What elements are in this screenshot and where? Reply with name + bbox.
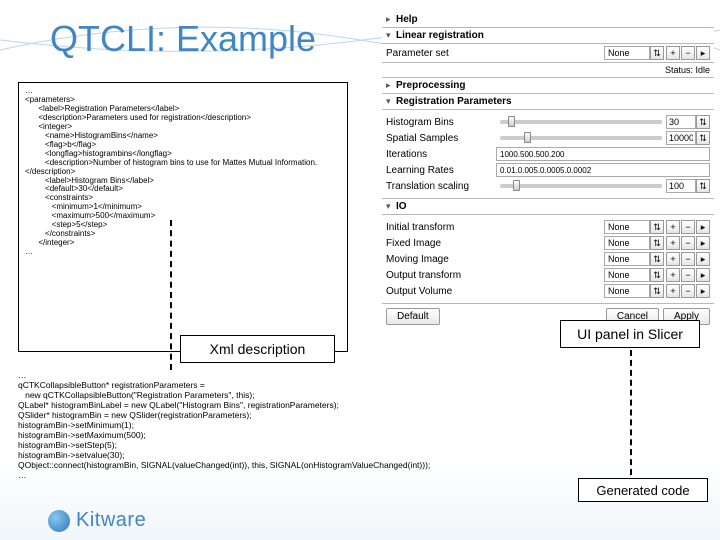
spatial-samples-slider[interactable]	[500, 136, 662, 140]
updown-icon[interactable]: ⇅	[650, 236, 664, 250]
slide-title: QTCLI: Example	[50, 18, 316, 60]
chevron-down-icon: ▾	[386, 96, 396, 107]
spin-icon[interactable]: ⇅	[696, 179, 710, 193]
chevron-down-icon: ▾	[386, 201, 396, 212]
registration-parameters-body: Histogram Bins⇅ Spatial Samples⇅ Iterati…	[382, 110, 714, 199]
chevron-down-icon: ▾	[386, 30, 396, 41]
updown-icon[interactable]: ⇅	[650, 252, 664, 266]
spin-icon[interactable]: ⇅	[696, 131, 710, 145]
initial-transform-select[interactable]: None	[604, 220, 650, 234]
plus-button[interactable]: +	[666, 46, 680, 60]
moving-image-select[interactable]: None	[604, 252, 650, 266]
spin-icon[interactable]: ⇅	[696, 115, 710, 129]
updown-icon[interactable]: ⇅	[650, 284, 664, 298]
help-collapsible[interactable]: ▸Help	[382, 12, 714, 28]
arrow-to-ui	[630, 350, 632, 475]
histogram-bins-slider[interactable]	[500, 120, 662, 124]
output-transform-select[interactable]: None	[604, 268, 650, 282]
spatial-samples-spinner[interactable]	[666, 131, 696, 145]
minus-button[interactable]: −	[681, 46, 695, 60]
iterations-field[interactable]: 1000.500.500.200	[496, 147, 710, 161]
default-button[interactable]: Default	[386, 308, 440, 325]
kitware-logo: Kitware	[48, 509, 146, 532]
chevron-right-icon: ▸	[386, 14, 396, 25]
ui-panel-label: UI panel in Slicer	[560, 320, 700, 348]
slicer-ui-panel: ▸Help ▾Linear registration Parameter set…	[382, 12, 714, 329]
io-collapsible[interactable]: ▾IO	[382, 199, 714, 215]
updown-icon[interactable]: ⇅	[650, 220, 664, 234]
histogram-bins-spinner[interactable]	[666, 115, 696, 129]
translation-scaling-slider[interactable]	[500, 184, 662, 188]
chevron-right-icon: ▸	[386, 80, 396, 91]
arrow-to-code	[170, 220, 172, 370]
updown-icon[interactable]: ⇅	[650, 46, 664, 60]
registration-parameters-collapsible[interactable]: ▾Registration Parameters	[382, 94, 714, 110]
kitware-icon	[48, 510, 70, 532]
preprocessing-collapsible[interactable]: ▸Preprocessing	[382, 78, 714, 94]
generated-code-box: … qCTKCollapsibleButton* registrationPar…	[18, 370, 538, 480]
generated-code-label: Generated code	[578, 478, 708, 502]
parameter-set-row: Parameter set None ⇅ +−▸	[382, 44, 714, 63]
io-body: Initial transformNone⇅+−▸ Fixed ImageNon…	[382, 215, 714, 304]
status-text: Status: Idle	[382, 63, 714, 78]
translation-scaling-spinner[interactable]	[666, 179, 696, 193]
right-button[interactable]: ▸	[696, 46, 710, 60]
linear-registration-collapsible[interactable]: ▾Linear registration	[382, 28, 714, 44]
updown-icon[interactable]: ⇅	[650, 268, 664, 282]
learning-rates-field[interactable]: 0.01.0.005.0.0005.0.0002	[496, 163, 710, 177]
xml-description-box: … <parameters> <label>Registration Param…	[18, 82, 348, 352]
parameter-set-select[interactable]: None	[604, 46, 650, 60]
output-volume-select[interactable]: None	[604, 284, 650, 298]
fixed-image-select[interactable]: None	[604, 236, 650, 250]
xml-description-label: Xml description	[180, 335, 335, 363]
